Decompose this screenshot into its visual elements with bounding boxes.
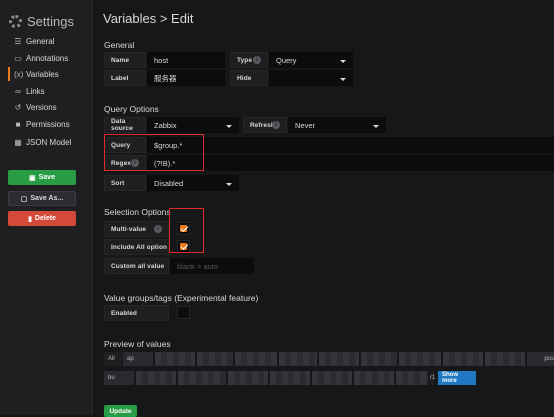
preview-value-chip: [178, 371, 226, 385]
regex-input[interactable]: (?!B).*: [147, 155, 554, 171]
info-icon: i: [154, 225, 162, 233]
preview-value-chip: [312, 371, 352, 385]
sliders-icon: ☰: [14, 36, 22, 46]
info-icon: i: [272, 121, 280, 129]
datasource-select[interactable]: Zabbix: [147, 117, 239, 133]
preview-value-chip: [319, 352, 359, 366]
hide-label: Hide: [230, 70, 268, 86]
sort-select[interactable]: Disabled: [147, 175, 239, 191]
show-more-button[interactable]: Show more: [438, 371, 476, 385]
preview-value-chip: [361, 352, 397, 366]
save-button[interactable]: ▣ Save: [8, 170, 76, 185]
grid-icon: ▦: [14, 137, 22, 147]
preview-value-chip: bu: [104, 371, 134, 385]
trash-icon: ▮: [28, 215, 32, 223]
value-groups-heading: Value groups/tags (Experimental feature): [104, 293, 259, 303]
gear-icon: [9, 15, 22, 28]
general-heading: General: [104, 40, 135, 50]
multi-value-label: Multi-value i: [104, 221, 169, 237]
preview-value-chip: [235, 352, 277, 366]
preview-heading: Preview of values: [104, 339, 171, 349]
preview-value-chip: [279, 352, 317, 366]
preview-value-chip: r1: [430, 371, 435, 385]
selection-options-heading: Selection Options: [104, 207, 171, 217]
preview-value-chip: [354, 371, 394, 385]
sidebar-title: Settings: [9, 14, 74, 29]
preview-value-chip: [228, 371, 268, 385]
copy-icon: ▢: [20, 195, 28, 203]
settings-sidebar: Settings ☰ General ▭ Annotations (x) Variab…: [0, 0, 93, 415]
enabled-label: Enabled: [104, 305, 169, 321]
custom-all-label: Custom all value: [104, 258, 169, 274]
info-icon: i: [253, 56, 261, 64]
sidebar-item-annotations[interactable]: ▭ Annotations: [14, 51, 68, 65]
preview-value-chip: [155, 352, 195, 366]
page-title: Variables > Edit: [103, 11, 194, 26]
comment-icon: ▭: [14, 53, 22, 63]
link-icon: ∞: [15, 86, 21, 96]
highlight-box-selection: [169, 208, 204, 253]
history-icon: ↺: [14, 102, 22, 112]
preview-value-chip: [396, 371, 428, 385]
label-input[interactable]: 服务器: [147, 70, 225, 86]
sidebar-item-permissions[interactable]: ■ Permissions: [14, 117, 70, 131]
query-input[interactable]: $group.*: [147, 137, 554, 153]
hide-select[interactable]: [269, 70, 353, 86]
sort-label: Sort: [104, 175, 146, 191]
custom-all-input[interactable]: blank = auto: [170, 258, 254, 274]
update-button[interactable]: Update: [104, 405, 137, 417]
name-input[interactable]: host: [147, 52, 225, 68]
preview-value-chip: [485, 352, 525, 366]
save-icon: ▣: [29, 174, 36, 182]
lock-icon: ■: [15, 119, 21, 129]
datasource-label: Data source: [104, 117, 146, 133]
type-select[interactable]: Query: [269, 52, 353, 68]
braces-icon: (x): [14, 69, 24, 79]
type-label: Type i: [230, 52, 268, 68]
sidebar-item-json-model[interactable]: ▦ JSON Model: [14, 135, 71, 149]
include-all-label: Include All option: [104, 239, 169, 255]
preview-value-chip: [443, 352, 483, 366]
sidebar-item-variables[interactable]: (x) Variables: [8, 67, 59, 81]
name-label: Name: [104, 52, 146, 68]
highlight-box-query: [104, 134, 204, 171]
preview-value-chip: [136, 371, 176, 385]
label-label: Label: [104, 70, 146, 86]
save-as-button[interactable]: ▢ Save As...: [8, 191, 76, 206]
preview-value-chip: [399, 352, 441, 366]
enabled-checkbox[interactable]: [177, 306, 190, 319]
sidebar-item-general[interactable]: ☰ General: [14, 34, 54, 48]
refresh-select[interactable]: Never: [288, 117, 386, 133]
preview-value-chip: [270, 371, 310, 385]
preview-value-chip: pos: [527, 352, 554, 366]
preview-value-chip: [197, 352, 233, 366]
variable-editor: Variables > Edit General Name host Type i…: [94, 0, 554, 417]
sidebar-item-links[interactable]: ∞ Links: [14, 84, 45, 98]
query-options-heading: Query Options: [104, 104, 159, 114]
sidebar-item-versions[interactable]: ↺ Versions: [14, 100, 57, 114]
preview-value-chip: ap: [123, 352, 153, 366]
preview-value-chip: All: [104, 352, 122, 366]
refresh-label: Refresh i: [243, 117, 287, 133]
delete-button[interactable]: ▮ Delete: [8, 211, 76, 226]
